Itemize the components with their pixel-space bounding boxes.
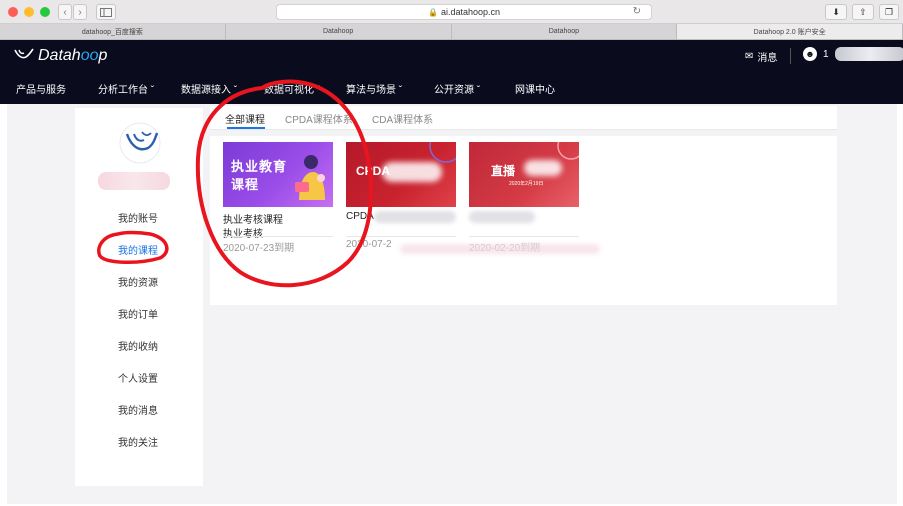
chevron-down-icon: ˇ (474, 85, 481, 96)
nav-item-data-sources[interactable]: 数据源接入 ˇ (181, 81, 237, 96)
sidebar-item-resources[interactable]: 我的资源 (118, 274, 158, 289)
thumbnail-title: 课程 (231, 177, 260, 192)
browser-tab[interactable]: datahoop_百度搜索 (0, 24, 226, 39)
nav-item-online-courses[interactable]: 网课中心 (515, 81, 555, 96)
course-subtitle: 执业考核 (223, 229, 263, 240)
browser-tab[interactable]: Datahoop (226, 24, 452, 39)
sidebar-item-collections[interactable]: 我的收纳 (118, 338, 158, 353)
redacted-overlay (400, 244, 600, 254)
redacted-username (834, 47, 903, 61)
nav-item-algorithms[interactable]: 算法与场景 ˇ (346, 81, 402, 96)
redacted-course-title (469, 211, 535, 223)
redacted-thumbnail-text (382, 162, 442, 182)
reload-icon[interactable]: ↻ (633, 6, 641, 17)
course-thumbnail[interactable]: 直播 2020年2月19日 (469, 142, 579, 207)
course-title[interactable]: 执业考核课程 (223, 211, 283, 226)
window-controls (8, 7, 50, 17)
sidebar-toggle-button[interactable] (96, 4, 116, 20)
chevron-down-icon: ˇ (396, 85, 403, 96)
sidebar-item-account[interactable]: 我的账号 (118, 210, 158, 225)
sidebar-item-following[interactable]: 我的关注 (118, 434, 158, 449)
main-nav: 产品与服务 分析工作台 ˇ 数据源接入 ˇ 数据可视化 ˇ 算法与场景 ˇ 公开… (0, 72, 903, 104)
site-header: Datah oo p ✉ 消息 ☻ 1 (0, 40, 903, 72)
mail-icon: ✉ (745, 51, 754, 62)
logo-mark-icon (14, 47, 34, 65)
tabs-overview-button[interactable]: ❐ (879, 4, 899, 20)
messages-label: 消息 (757, 53, 778, 64)
browser-tab[interactable]: Datahoop (452, 24, 678, 39)
card-divider (346, 236, 456, 237)
tabs-icon: ❐ (884, 6, 894, 17)
browser-tab-active[interactable]: Datahoop 2.0 账户安全 (677, 24, 903, 39)
browser-toolbar: ‹ › 🔒 ai.datahoop.cn ↻ ⬇ ⇧ ❐ (0, 0, 903, 24)
sidebar-item-orders[interactable]: 我的订单 (118, 306, 158, 321)
chevron-down-icon: ˇ (231, 85, 238, 96)
tab-all-courses[interactable]: 全部课程 (225, 111, 265, 126)
username-initial: 1 (823, 48, 829, 60)
share-icon: ⇧ (859, 6, 867, 17)
messages-link[interactable]: ✉ 消息 (745, 49, 777, 64)
course-title[interactable]: CPDA (346, 211, 374, 222)
logo-text-highlight: oo (80, 47, 99, 64)
card-divider (469, 236, 579, 237)
course-thumbnail[interactable]: CPDA (346, 142, 456, 207)
course-thumbnail[interactable]: 执业教育 课程 (223, 142, 333, 207)
tab-cpda-courses[interactable]: CPDA课程体系 (285, 111, 353, 126)
logo-text-end: p (98, 47, 108, 64)
sidebar-icon (100, 7, 112, 17)
redacted-profile-name (98, 172, 170, 190)
logo-text-start: Datah (38, 47, 81, 64)
nav-item-visualization[interactable]: 数据可视化 ˇ (264, 81, 320, 96)
forward-button[interactable]: › (73, 4, 87, 20)
nav-item-workbench[interactable]: 分析工作台 ˇ (98, 81, 154, 96)
chevron-right-icon: › (78, 6, 82, 18)
profile-avatar-icon (119, 122, 161, 164)
chevron-down-icon: ˇ (314, 85, 321, 96)
zoom-window-button[interactable] (40, 7, 50, 17)
url-text: ai.datahoop.cn (440, 7, 501, 17)
decoration-circle-icon (557, 142, 579, 160)
thumbnail-title: 直播 (491, 164, 516, 178)
datahoop-logo[interactable]: Datah oo p (14, 47, 107, 65)
share-button[interactable]: ⇧ (852, 4, 874, 20)
lock-icon: 🔒 (427, 7, 438, 17)
download-icon: ⬇ (832, 6, 840, 17)
active-tab-indicator (227, 127, 265, 129)
sidebar-item-courses[interactable]: 我的课程 (118, 242, 158, 257)
sidebar-item-settings[interactable]: 个人设置 (118, 370, 158, 385)
illustration-figure-icon (295, 155, 325, 200)
decoration-circle-icon (429, 142, 456, 163)
browser-tab-strip: datahoop_百度搜索 Datahoop Datahoop Datahoop… (0, 24, 903, 40)
redacted-course-title (374, 211, 456, 223)
tab-cda-courses[interactable]: CDA课程体系 (372, 111, 433, 126)
downloads-button[interactable]: ⬇ (825, 4, 847, 20)
close-window-button[interactable] (8, 7, 18, 17)
user-avatar-icon: ☻ (803, 47, 817, 61)
header-divider (790, 48, 791, 64)
course-expiry: 2020-07-23到期 (223, 243, 295, 254)
nav-item-products[interactable]: 产品与服务 (16, 81, 66, 96)
user-menu[interactable]: ☻ 1 (803, 47, 903, 61)
thumbnail-title: 执业教育 (231, 159, 288, 174)
back-button[interactable]: ‹ (58, 4, 72, 20)
course-expiry: 2020-07-2 (346, 239, 392, 250)
chevron-down-icon: ˇ (148, 85, 155, 96)
account-sidebar (75, 108, 203, 486)
nav-item-public-resources[interactable]: 公开资源 ˇ (434, 81, 480, 96)
minimize-window-button[interactable] (24, 7, 34, 17)
card-divider (223, 236, 333, 237)
thumbnail-date: 2020年2月19日 (509, 181, 544, 187)
address-bar[interactable]: 🔒 ai.datahoop.cn ↻ (276, 4, 652, 20)
sidebar-item-messages[interactable]: 我的消息 (118, 402, 158, 417)
chevron-left-icon: ‹ (63, 6, 67, 18)
